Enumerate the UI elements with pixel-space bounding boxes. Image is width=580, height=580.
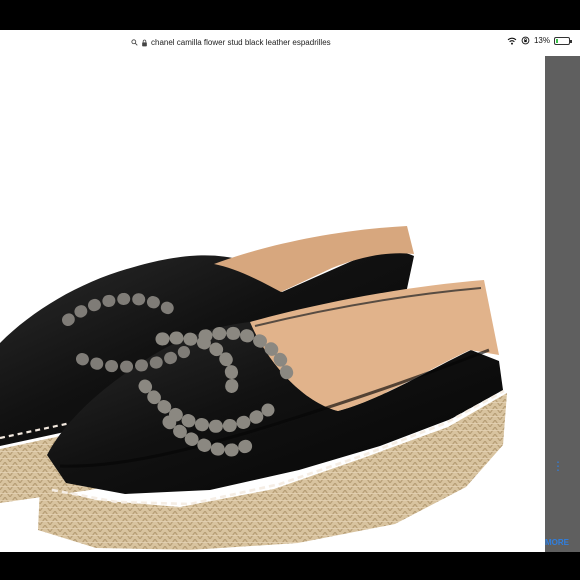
status-bar [0,0,580,30]
wifi-icon [507,37,517,45]
product-image-area [0,56,545,552]
status-icons: 13% [507,36,572,45]
battery-icon [554,36,572,45]
more-link[interactable]: MORE [545,538,569,547]
rotation-lock-icon [521,36,530,45]
lock-icon [142,39,147,46]
url-text: chanel camilla flower stud black leather… [151,38,331,47]
search-icon [131,39,138,46]
side-scroll-panel[interactable]: ⋮ [545,56,580,552]
more-vertical-icon[interactable]: ⋮ [552,460,564,472]
battery-percentage: 13% [533,36,550,45]
url-field[interactable]: chanel camilla flower stud black leather… [131,38,331,47]
bottom-bar [0,552,580,580]
battery-fill [556,38,558,43]
product-image [0,56,545,552]
browser-window: chanel camilla flower stud black leather… [0,30,580,552]
address-bar[interactable]: chanel camilla flower stud black leather… [0,30,580,57]
